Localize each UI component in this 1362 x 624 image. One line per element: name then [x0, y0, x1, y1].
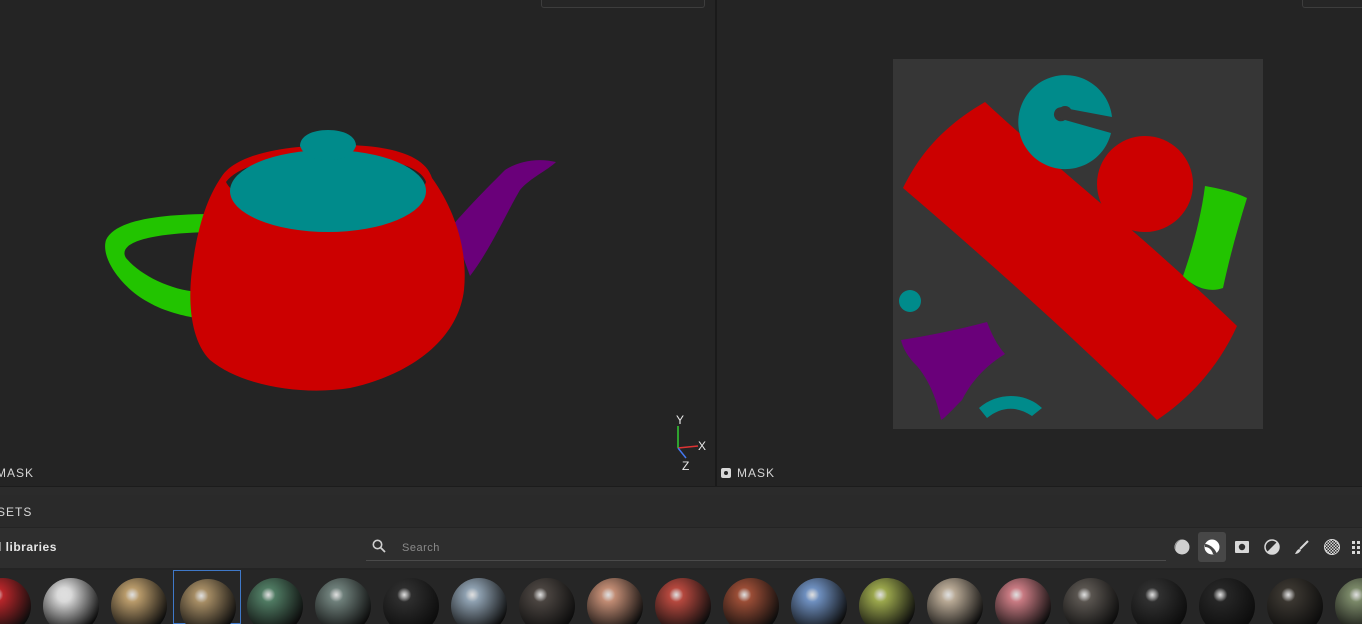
uv-map[interactable] — [717, 0, 1362, 486]
axis-label-z: Z — [682, 459, 690, 473]
material-sphere-preview — [995, 578, 1051, 624]
material-thumbnail[interactable] — [445, 570, 513, 624]
material-thumbnail[interactable] — [1125, 570, 1193, 624]
material-thumbnail[interactable] — [649, 570, 717, 624]
material-thumbnail[interactable] — [717, 570, 785, 624]
material-sphere-preview — [1131, 578, 1187, 624]
material-sphere-preview — [1335, 578, 1362, 624]
shelf-title-bar: ASSETS — [0, 495, 1362, 527]
material-thumbnail[interactable] — [785, 570, 853, 624]
material-thumbnail[interactable] — [0, 570, 37, 624]
material-sphere-preview — [1267, 578, 1323, 624]
uv-island-knob — [899, 290, 921, 312]
filter-grid-button[interactable] — [1348, 532, 1362, 562]
viewport-2d-mode[interactable]: MASK — [721, 466, 775, 480]
grid-icon — [1352, 541, 1360, 554]
material-sphere-preview — [1063, 578, 1119, 624]
material-thumbnail[interactable] — [173, 570, 241, 624]
viewport-3d-mode-label: MASK — [0, 466, 35, 480]
material-thumbnail[interactable] — [377, 570, 445, 624]
teapot-spout — [452, 160, 556, 276]
mask-filter-icon — [1235, 541, 1249, 553]
viewport-3d-toolbar[interactable] — [541, 0, 705, 8]
material-thumbnail[interactable] — [37, 570, 105, 624]
material-thumbnail[interactable] — [1329, 570, 1362, 624]
viewport-3d[interactable]: Y X Z MASK — [0, 0, 715, 486]
teapot-lid — [230, 150, 426, 232]
mask-mode-icon — [721, 468, 731, 478]
material-thumbnail[interactable] — [989, 570, 1057, 624]
material-thumbnail[interactable] — [581, 570, 649, 624]
search-input[interactable] — [400, 537, 1144, 559]
material-sphere-preview — [247, 578, 303, 624]
material-sphere-preview — [519, 578, 575, 624]
library-selector[interactable]: All libraries — [0, 540, 57, 554]
material-thumbnail[interactable] — [513, 570, 581, 624]
teapot-model[interactable] — [0, 0, 715, 486]
viewport-2d-mode-label: MASK — [737, 466, 776, 480]
filter-brush-button[interactable] — [1288, 532, 1316, 562]
material-sphere-preview — [451, 578, 507, 624]
panel-splitter[interactable] — [0, 486, 1362, 495]
material-thumbnail[interactable] — [921, 570, 989, 624]
material-thumbnail[interactable] — [105, 570, 173, 624]
teapot-lid-knob — [300, 130, 356, 160]
shelf-toolbar: All libraries — [0, 528, 1362, 568]
material-thumbnail[interactable] — [853, 570, 921, 624]
filter-smart-material-button[interactable] — [1198, 532, 1226, 562]
filter-mask-button[interactable] — [1228, 532, 1256, 562]
material-sphere-preview — [383, 578, 439, 624]
material-sphere-preview — [723, 578, 779, 624]
axis-label-x: X — [698, 439, 707, 453]
filter-texture-button[interactable] — [1318, 532, 1346, 562]
axis-gizmo — [677, 426, 699, 459]
material-sphere-preview — [43, 578, 99, 624]
material-thumbnail[interactable] — [241, 570, 309, 624]
material-thumbnail[interactable] — [1193, 570, 1261, 624]
filter-material-button[interactable] — [1168, 532, 1196, 562]
material-thumbnail[interactable] — [1261, 570, 1329, 624]
material-sphere-preview — [315, 578, 371, 624]
filter-half-sphere-button[interactable] — [1258, 532, 1286, 562]
material-sphere-preview — [791, 578, 847, 624]
material-sphere-preview — [927, 578, 983, 624]
material-thumbnails — [0, 570, 1362, 624]
material-sphere-preview — [587, 578, 643, 624]
search-field[interactable] — [366, 534, 1166, 561]
smart-material-icon — [1204, 539, 1220, 555]
material-sphere-preview — [111, 578, 167, 624]
material-sphere-preview — [655, 578, 711, 624]
material-sphere-preview — [0, 578, 31, 624]
material-sphere-preview — [180, 579, 236, 624]
material-sphere-preview — [859, 578, 915, 624]
axis-label-y: Y — [676, 413, 685, 427]
uv-island-lid-hole — [1058, 106, 1072, 120]
viewport-3d-mode[interactable]: MASK — [0, 466, 34, 480]
shelf-title: ASSETS — [0, 505, 33, 519]
brush-icon — [1295, 540, 1309, 554]
material-sphere-icon — [1174, 539, 1190, 555]
material-sphere-preview — [1199, 578, 1255, 624]
search-icon — [372, 539, 386, 558]
material-thumbnail[interactable] — [1057, 570, 1125, 624]
material-thumbnail[interactable] — [309, 570, 377, 624]
uv-island-lid-bottom — [1097, 136, 1193, 232]
checker-texture-icon — [1324, 539, 1340, 555]
half-sphere-icon — [1264, 539, 1280, 555]
viewport-2d-toolbar[interactable] — [1302, 0, 1362, 8]
viewport-2d[interactable]: MASK — [717, 0, 1362, 486]
